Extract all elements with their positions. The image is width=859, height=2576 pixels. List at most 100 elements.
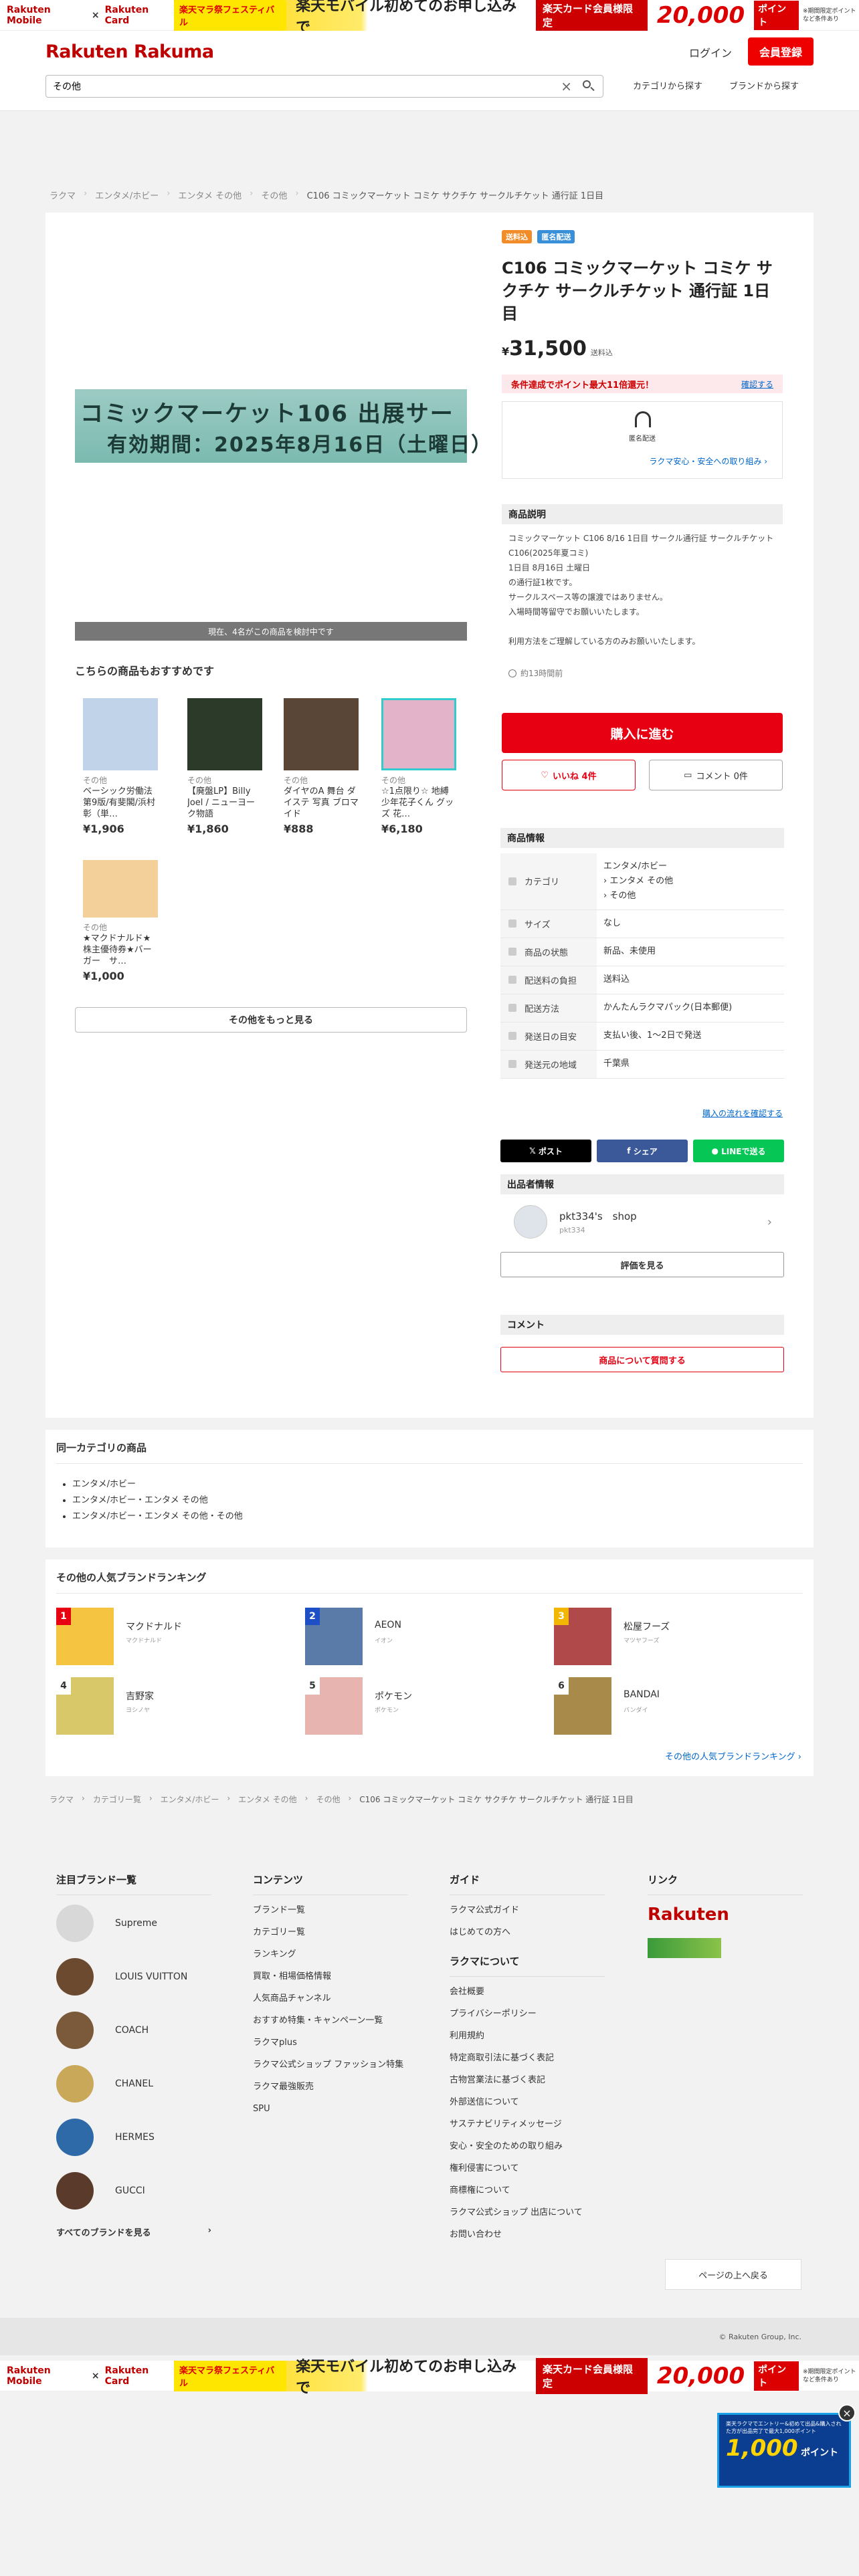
same-category-link[interactable]: エンタメ/ホビー・エンタメ その他・その他	[72, 1509, 243, 1525]
footer-brand-item[interactable]: LOUIS VUITTON	[56, 1958, 211, 1996]
footer-link[interactable]: プライバシーポリシー	[450, 2008, 605, 2020]
footer-link[interactable]: 商標権について	[450, 2185, 605, 2196]
top-banner[interactable]: Rakuten Mobile × Rakuten Card 楽天マラ祭フェスティ…	[0, 0, 859, 36]
search-icon[interactable]	[581, 79, 596, 94]
footer-link[interactable]: ラクマ公式ショップ ファッション特集	[253, 2059, 408, 2070]
recommend-item[interactable]: その他 ベーシック労働法 第9版/有斐閣/浜村彰（単… ¥1,906	[83, 698, 158, 835]
purchase-flow-link[interactable]: 購入の流れを確認する	[702, 1107, 783, 1119]
comment-button[interactable]: ▭ コメント 0件	[649, 760, 783, 790]
signup-button[interactable]: 会員登録	[748, 37, 814, 66]
recommend-item[interactable]: その他 【廃盤LP】Billy Joel / ニューヨーク物語 ¥1,860	[187, 698, 262, 835]
footer-brand-item[interactable]: CHANEL	[56, 2065, 211, 2103]
all-brands-link[interactable]: すべてのブランドを見る ›	[56, 2226, 211, 2238]
recommend-item[interactable]: その他 ★マクドナルド★株主優待券★バーガー サ… ¥1,000	[83, 852, 158, 982]
nav-brand-link[interactable]: ブランドから探す	[729, 79, 799, 92]
seller-heading: 出品者情報	[500, 1174, 784, 1194]
more-items-button[interactable]: その他をもっと見る	[75, 1007, 467, 1033]
rakuten-logo[interactable]: Rakuten	[648, 1905, 803, 1925]
line-share-button[interactable]: ● LINEで送る	[693, 1140, 784, 1162]
footer-link[interactable]: 特定商取引法に基づく表記	[450, 2052, 605, 2064]
breadcrumb-item[interactable]: ラクマ	[50, 189, 76, 201]
banner-main[interactable]: 楽天マラ祭フェスティバル 楽天モバイル初めてのお申し込みで 楽天カード会員様限定…	[174, 2357, 799, 2397]
search-input[interactable]	[53, 81, 552, 92]
rakuma-logo[interactable]: Rakuten Rakuma	[45, 41, 214, 62]
search-bar[interactable]: ×	[45, 75, 603, 98]
footer-link[interactable]: 買取・相場価格情報	[253, 1971, 408, 1982]
footer-link[interactable]: 権利侵害について	[450, 2163, 605, 2174]
footer-link[interactable]: ラクマplus	[253, 2037, 408, 2048]
facebook-share-button[interactable]: f シェア	[597, 1140, 688, 1162]
partner-badge[interactable]	[648, 1938, 721, 1958]
buy-button[interactable]: 購入に進む	[502, 713, 783, 753]
footer-link[interactable]: カテゴリー覧	[253, 1927, 408, 1938]
breadcrumb-item[interactable]: その他	[316, 1794, 340, 1805]
footer-link[interactable]: 安心・安全のための取り組み	[450, 2141, 605, 2152]
recommend-item-name: ダイヤのA 舞台 ダイステ 写真 ブロマイド	[284, 786, 359, 819]
breadcrumb-item[interactable]: カテゴリー覧	[93, 1794, 141, 1805]
recommend-item[interactable]: その他 ☆1点限り☆ 地縛少年花子くん グッズ 花… ¥6,180	[381, 698, 456, 835]
close-icon[interactable]: ×	[838, 2404, 856, 2422]
brand-image	[56, 2172, 94, 2210]
recommend-item-image	[381, 698, 456, 770]
footer-link[interactable]: 会社概要	[450, 1986, 605, 1998]
footer-link[interactable]: 外部送信について	[450, 2097, 605, 2108]
ranking-item[interactable]: 4 吉野家 ヨシノヤ	[56, 1677, 297, 1735]
point-campaign-link[interactable]: 確認する	[741, 379, 773, 390]
footer-link[interactable]: サステナビリティメッセージ	[450, 2119, 605, 2130]
footer-link[interactable]: おすすめ特集・キャンペーン一覧	[253, 2015, 408, 2026]
back-to-top-button[interactable]: ページの上へ戻る	[665, 2259, 801, 2290]
recommend-item-price: ¥1,860	[187, 823, 229, 835]
footer-link[interactable]: お問い合わせ	[450, 2229, 605, 2240]
breadcrumb-item[interactable]: エンタメ/ホビー	[161, 1794, 219, 1805]
seller-row[interactable]: pkt334's shop pkt334 ›	[500, 1198, 784, 1245]
footer-brand-item[interactable]: Supreme	[56, 1905, 211, 1942]
ask-question-button[interactable]: 商品について質問する	[500, 1347, 784, 1372]
ranking-item[interactable]: 5 ポケモン ポケモン	[305, 1677, 546, 1735]
more-ranking-link[interactable]: その他の人気ブランドランキング ›	[665, 1749, 801, 1762]
product-image[interactable]: コミックマーケット106 出展サー 有効期間：2025年8月16日（土曜日）	[75, 389, 491, 463]
ranking-item[interactable]: 3 松屋フーズ マツヤフーズ	[554, 1608, 795, 1665]
category-value[interactable]: エンタメ/ホビー › エンタメ その他 › その他	[597, 853, 784, 910]
ranking-item[interactable]: 6 BANDAI バンダイ	[554, 1677, 795, 1735]
bottom-banner[interactable]: Rakuten Mobile × Rakuten Card 楽天マラ祭フェスティ…	[0, 2357, 859, 2397]
ranking-item[interactable]: 1 マクドナルド マクドナルド	[56, 1608, 297, 1665]
breadcrumb-item[interactable]: エンタメ その他	[178, 189, 242, 201]
footer-link[interactable]: SPU	[253, 2103, 408, 2115]
breadcrumb-item[interactable]: ラクマ	[50, 1794, 74, 1805]
view-ratings-button[interactable]: 評価を見る	[500, 1252, 784, 1277]
point-campaign-text: 条件達成でポイント最大11倍還元！	[511, 380, 654, 391]
same-category-link[interactable]: エンタメ/ホビー・エンタメ その他	[72, 1493, 243, 1509]
recommend-item-category: その他	[83, 923, 108, 932]
login-link[interactable]: ログイン	[689, 44, 732, 60]
footer-link[interactable]: はじめての方へ	[450, 1927, 605, 1938]
campaign-popup[interactable]: × 楽天ラクマでエントリー&初めて出品&購入された方が出品完了で最大1,000ポ…	[717, 2404, 856, 2488]
safety-link[interactable]: ラクマ安心・安全への取り組み ›	[649, 455, 767, 467]
point-campaign-bar: 条件達成でポイント最大11倍還元！ 確認する	[502, 374, 783, 393]
x-post-button[interactable]: 𝕏 ポスト	[500, 1140, 591, 1162]
banner-main[interactable]: 楽天マラ祭フェスティバル 楽天モバイル初めてのお申し込みで 楽天カード会員様限定…	[174, 0, 799, 36]
tag-anonymous-shipping: 匿名配送	[537, 230, 575, 243]
footer-link[interactable]: 利用規約	[450, 2030, 605, 2042]
like-button[interactable]: ♡ いいね 4件	[502, 760, 636, 790]
footer-link[interactable]: ブランド一覧	[253, 1905, 408, 1916]
footer-brand-item[interactable]: HERMES	[56, 2119, 211, 2156]
ranking-brand-name: AEON	[375, 1620, 401, 1630]
ranking-item[interactable]: 2 AEON イオン	[305, 1608, 546, 1665]
breadcrumb-item[interactable]: その他	[261, 189, 287, 201]
footer-link[interactable]: ラクマ公式ガイド	[450, 1905, 605, 1916]
footer-link[interactable]: ラクマ最強販売	[253, 2081, 408, 2092]
footer-link[interactable]: ラクマ公式ショップ 出店について	[450, 2207, 605, 2218]
footer-link[interactable]: 古物営業法に基づく表記	[450, 2074, 605, 2086]
seller-id: pkt334	[559, 1226, 585, 1235]
footer-brand-item[interactable]: COACH	[56, 2012, 211, 2049]
clear-icon[interactable]: ×	[561, 78, 572, 94]
nav-category-link[interactable]: カテゴリから探す	[633, 79, 702, 92]
recommend-item[interactable]: その他 ダイヤのA 舞台 ダイステ 写真 ブロマイド ¥888	[284, 698, 359, 835]
same-category-link[interactable]: エンタメ/ホビー	[72, 1477, 243, 1493]
breadcrumb-item[interactable]: エンタメ/ホビー	[95, 189, 159, 201]
footer-brand-item[interactable]: GUCCI	[56, 2172, 211, 2210]
footer-link[interactable]: ランキング	[253, 1949, 408, 1960]
ranking-brand-kana: バンダイ	[624, 1707, 648, 1714]
breadcrumb-item[interactable]: エンタメ その他	[238, 1794, 296, 1805]
footer-link[interactable]: 人気商品チャンネル	[253, 1993, 408, 2004]
